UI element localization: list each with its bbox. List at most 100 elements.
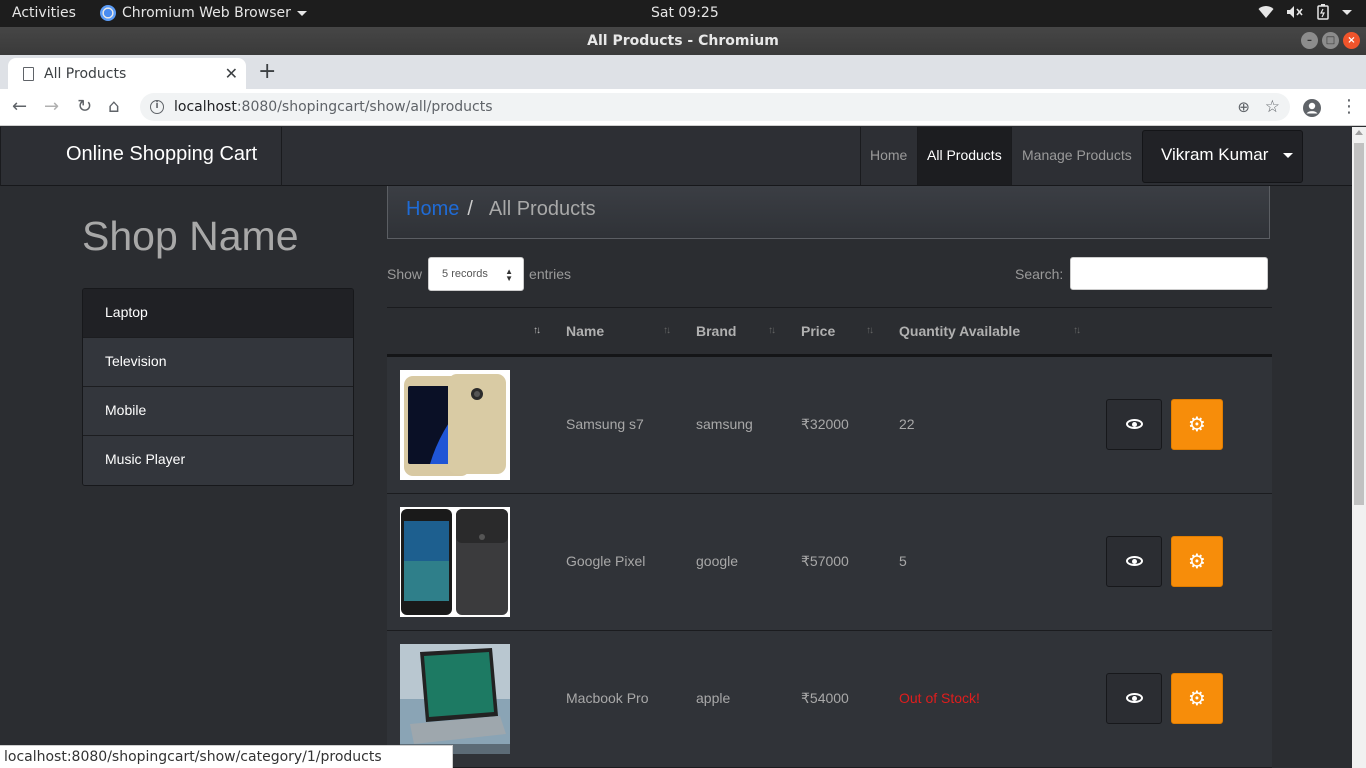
- page-scrollbar[interactable]: [1352, 127, 1366, 768]
- gear-icon: ⚙: [1188, 549, 1206, 573]
- entries-label: entries: [529, 266, 572, 282]
- column-header-quantity[interactable]: Quantity Available: [899, 323, 1020, 339]
- product-quantity: 22: [899, 416, 915, 432]
- view-product-button[interactable]: [1106, 399, 1162, 450]
- tab-strip: All Products ✕ +: [0, 55, 1366, 89]
- forward-icon[interactable]: →: [44, 96, 59, 117]
- window-title: All Products - Chromium: [587, 33, 779, 49]
- user-dropdown-button[interactable]: Vikram Kumar: [1142, 130, 1303, 183]
- nav-home[interactable]: Home: [860, 127, 916, 185]
- sort-icon[interactable]: ↑↓: [768, 325, 776, 336]
- product-name: Samsung s7: [566, 416, 644, 432]
- menu-kebab-icon[interactable]: ⋮: [1340, 96, 1358, 117]
- product-quantity: 5: [899, 553, 907, 569]
- table-row: Macbook Pro apple ₹54000 Out of Stock! ⚙: [387, 631, 1272, 768]
- table-length-control: Show 5 records ▲ ▼ entries: [387, 257, 571, 291]
- reload-icon[interactable]: ↻: [77, 96, 92, 117]
- manage-product-button[interactable]: ⚙: [1171, 673, 1223, 724]
- system-top-bar: Activities Chromium Web Browser Sat 09:2…: [0, 0, 1366, 27]
- clock[interactable]: Sat 09:25: [651, 5, 719, 21]
- chevron-down-icon: [296, 10, 307, 16]
- chromium-icon: [100, 5, 116, 21]
- show-label: Show: [387, 266, 423, 282]
- sort-icon[interactable]: ↑↓: [866, 325, 874, 336]
- address-bar[interactable]: i localhost:8080/shopingcart/show/all/pr…: [140, 93, 1290, 121]
- product-brand: apple: [696, 690, 731, 706]
- sort-asc-icon[interactable]: ↑↓: [533, 325, 541, 336]
- product-image-google-pixel: [400, 507, 510, 617]
- records-per-page-value: 5 records: [442, 268, 488, 280]
- shop-name-heading: Shop Name: [82, 213, 299, 259]
- breadcrumb-home-link[interactable]: Home: [406, 198, 459, 220]
- eye-icon: [1126, 693, 1143, 703]
- scroll-up-icon[interactable]: [1355, 130, 1363, 135]
- column-header-brand[interactable]: Brand: [696, 323, 736, 339]
- search-label: Search:: [1015, 265, 1064, 282]
- product-name: Google Pixel: [566, 553, 646, 569]
- product-image-samsung-s7: [400, 370, 510, 480]
- gear-icon: ⚙: [1188, 412, 1206, 436]
- new-tab-icon[interactable]: +: [258, 59, 276, 84]
- site-info-icon[interactable]: i: [150, 100, 164, 114]
- product-name: Macbook Pro: [566, 690, 649, 706]
- maximize-icon[interactable]: □: [1322, 32, 1339, 49]
- product-brand: samsung: [696, 416, 753, 432]
- home-icon[interactable]: ⌂: [108, 96, 119, 117]
- category-television[interactable]: Television: [83, 338, 353, 387]
- product-price: ₹32000: [801, 416, 849, 432]
- profile-icon[interactable]: [1302, 98, 1322, 118]
- product-quantity-out-of-stock: Out of Stock!: [899, 690, 980, 706]
- power-menu-icon: [1342, 9, 1352, 15]
- sort-icon[interactable]: ↑↓: [663, 325, 671, 336]
- category-mobile[interactable]: Mobile: [83, 387, 353, 436]
- breadcrumb-current: All Products: [488, 198, 596, 220]
- view-product-button[interactable]: [1106, 536, 1162, 587]
- product-brand: google: [696, 553, 739, 569]
- table-search-control: Search:: [1015, 257, 1269, 290]
- search-input[interactable]: [1070, 257, 1269, 290]
- eye-icon: [1126, 556, 1143, 566]
- app-menu[interactable]: Chromium Web Browser: [100, 5, 307, 21]
- user-name: Vikram Kumar: [1161, 145, 1269, 164]
- category-list: Laptop Television Mobile Music Player: [82, 288, 354, 486]
- zoom-icon[interactable]: ⊕: [1237, 93, 1250, 121]
- nav-all-products[interactable]: All Products: [917, 127, 1012, 185]
- product-price: ₹54000: [801, 690, 849, 706]
- site-navbar: Online Shopping Cart Home All Products M…: [0, 127, 1352, 186]
- link-status-bubble: localhost:8080/shopingcart/show/category…: [0, 745, 453, 768]
- sort-icon[interactable]: ↑↓: [1073, 325, 1081, 336]
- battery-icon: [1317, 4, 1329, 20]
- manage-product-button[interactable]: ⚙: [1171, 536, 1223, 587]
- breadcrumb-separator: /: [467, 198, 473, 220]
- bookmark-star-icon[interactable]: ☆: [1265, 93, 1280, 121]
- window-title-bar: All Products - Chromium – □ ×: [0, 27, 1366, 55]
- brand-link[interactable]: Online Shopping Cart: [0, 127, 282, 186]
- activities-button[interactable]: Activities: [12, 5, 76, 21]
- minimize-icon[interactable]: –: [1301, 32, 1318, 49]
- back-icon[interactable]: ←: [12, 96, 27, 117]
- gear-icon: ⚙: [1188, 686, 1206, 710]
- url-text[interactable]: localhost:8080/shopingcart/show/all/prod…: [174, 93, 493, 121]
- close-tab-icon[interactable]: ✕: [225, 64, 238, 83]
- products-table: ↑↓ Name ↑↓ Brand ↑↓ Price ↑↓ Quantity Av…: [387, 307, 1272, 768]
- chevron-down-icon: [1283, 153, 1294, 159]
- document-icon: [23, 66, 34, 81]
- system-tray[interactable]: [1258, 4, 1352, 20]
- volume-muted-icon: [1287, 6, 1303, 18]
- nav-manage-products[interactable]: Manage Products: [1013, 127, 1141, 185]
- table-row: Google Pixel google ₹57000 5 ⚙: [387, 494, 1272, 631]
- column-header-name[interactable]: Name: [566, 323, 604, 339]
- breadcrumb: Home / All Products: [387, 186, 1270, 239]
- scrollbar-thumb[interactable]: [1354, 143, 1364, 505]
- tab-title: All Products: [44, 65, 127, 82]
- view-product-button[interactable]: [1106, 673, 1162, 724]
- category-laptop[interactable]: Laptop: [83, 289, 353, 338]
- wifi-icon: [1258, 6, 1274, 19]
- manage-product-button[interactable]: ⚙: [1171, 399, 1223, 450]
- records-per-page-select[interactable]: 5 records ▲ ▼: [428, 257, 525, 291]
- product-price: ₹57000: [801, 553, 849, 569]
- close-window-icon[interactable]: ×: [1343, 32, 1360, 49]
- category-music-player[interactable]: Music Player: [83, 436, 353, 485]
- column-header-price[interactable]: Price: [801, 323, 835, 339]
- tab-all-products[interactable]: All Products ✕: [8, 58, 246, 89]
